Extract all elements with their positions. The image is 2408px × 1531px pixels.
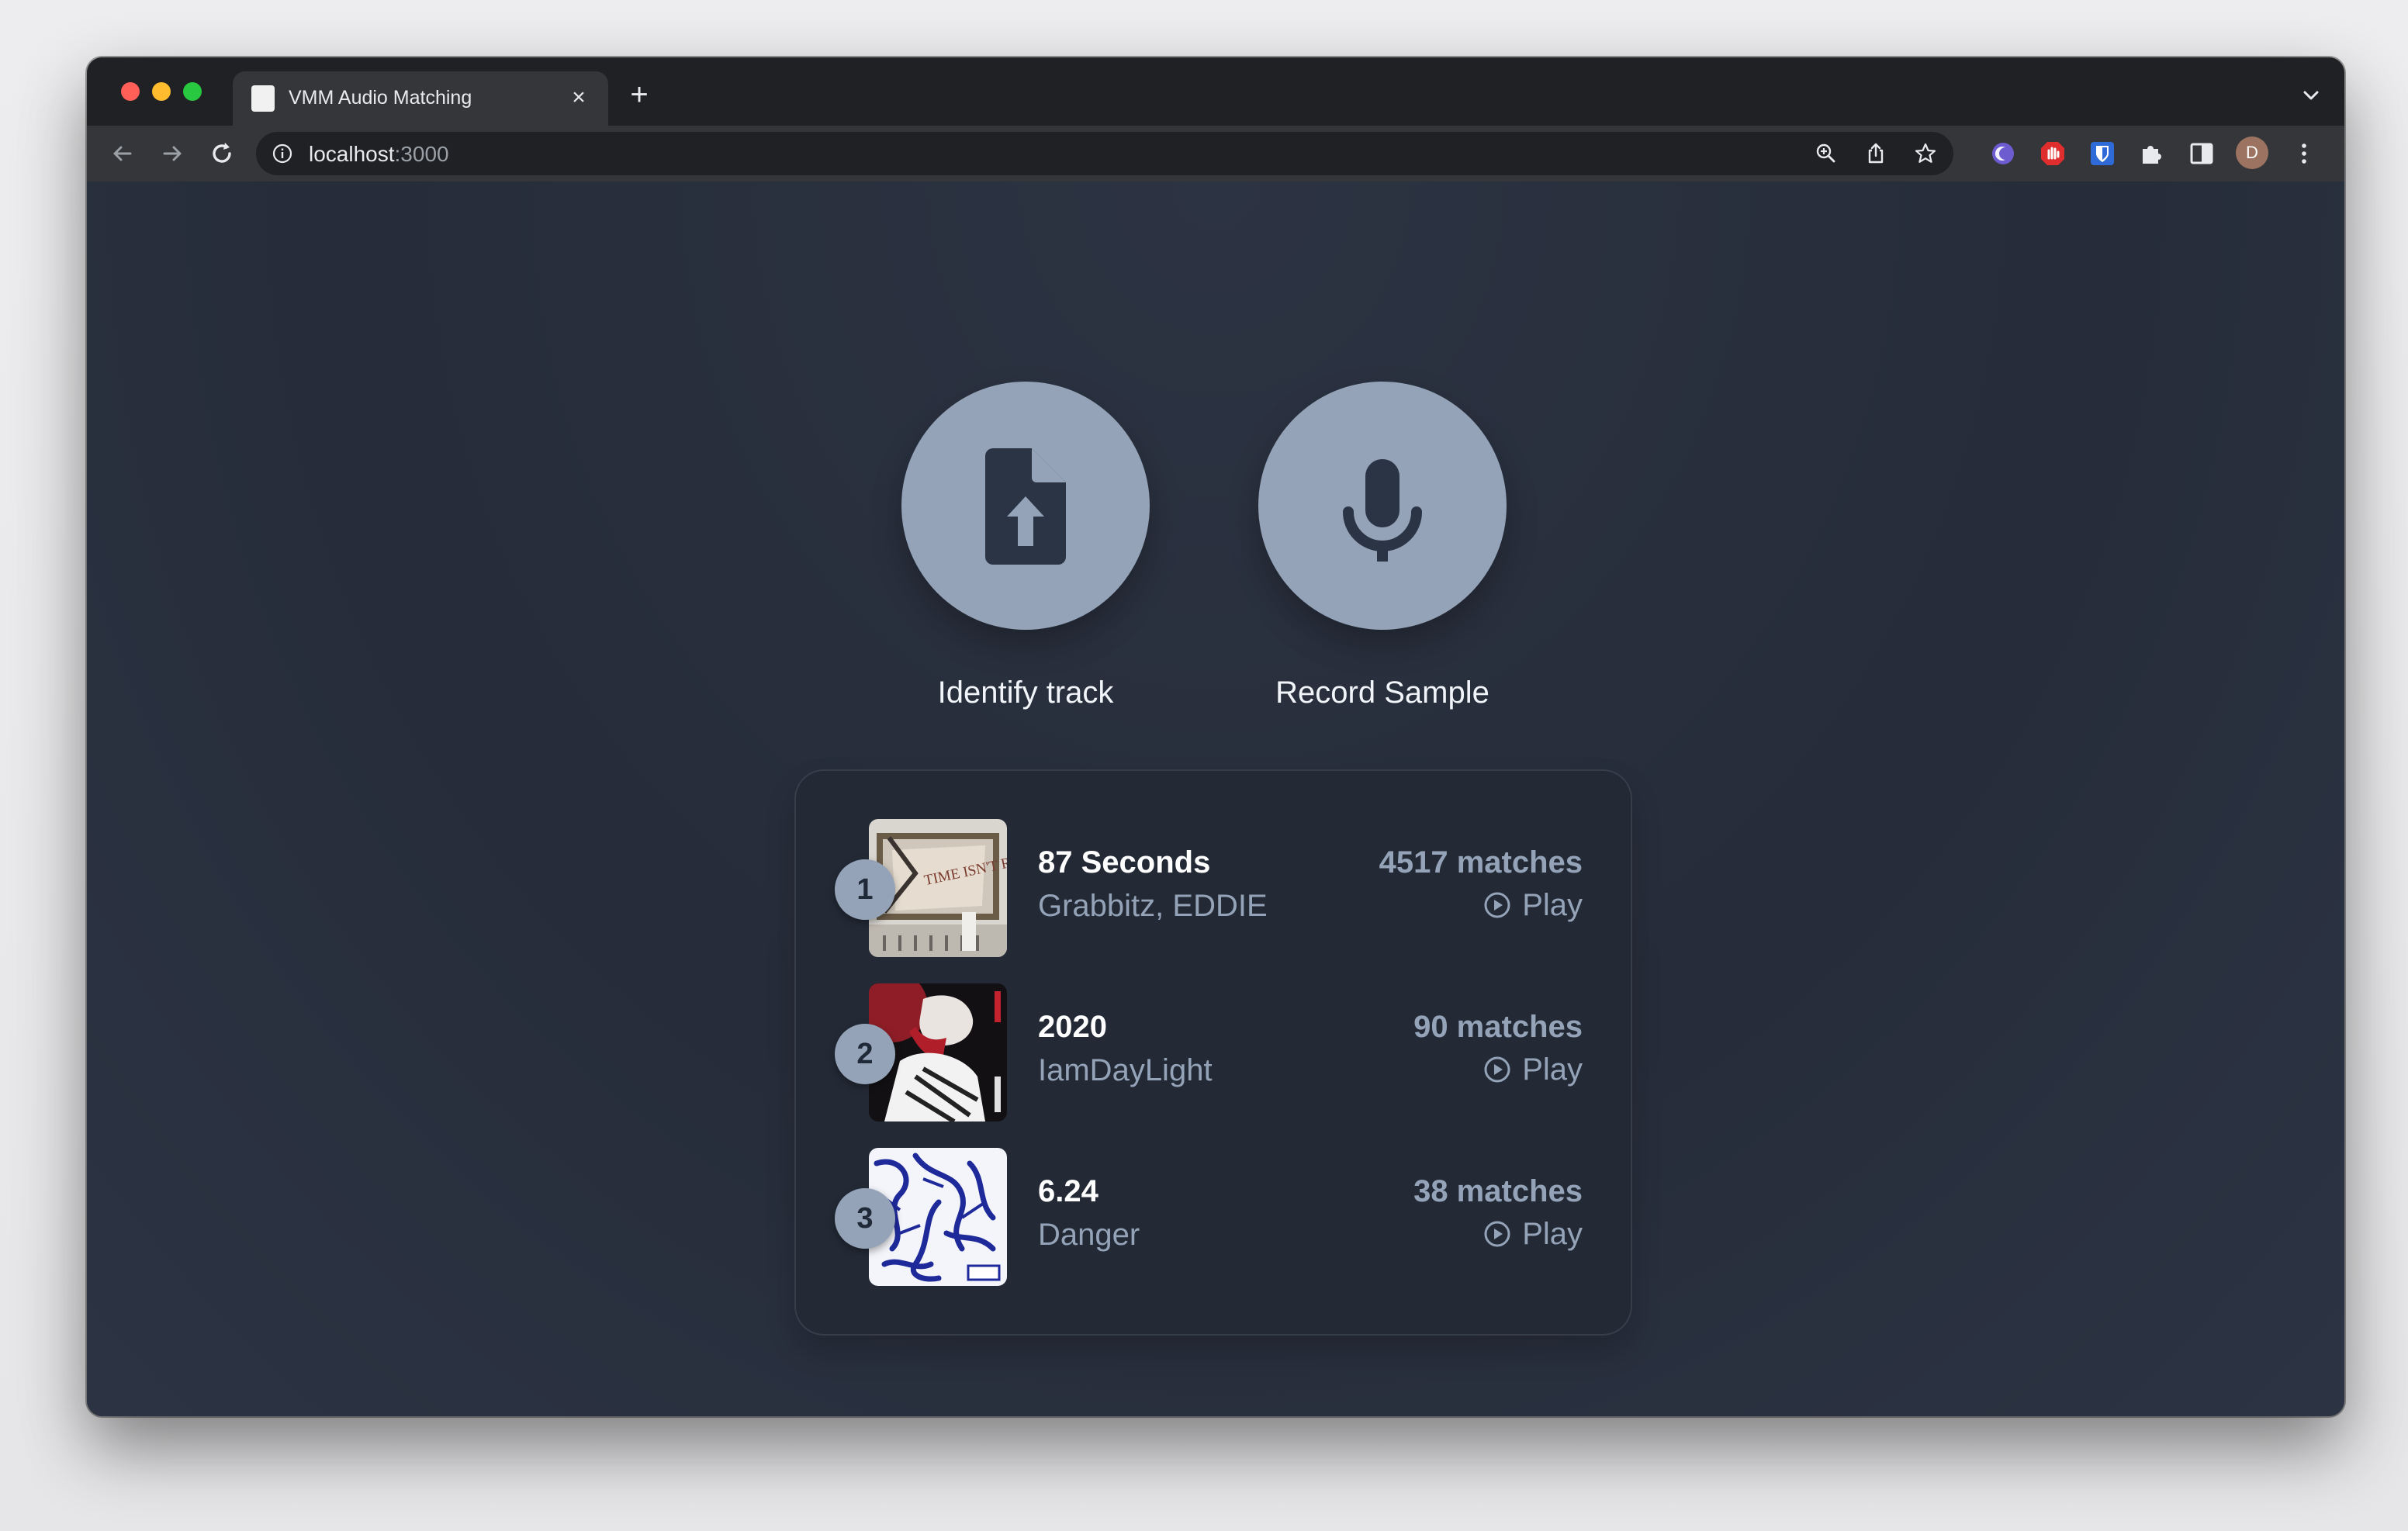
- tab-title: VMM Audio Matching: [289, 87, 472, 109]
- play-label: Play: [1522, 1052, 1583, 1087]
- result-row-3[interactable]: 3 6.24 Danger 38 matches Play: [796, 1148, 1631, 1287]
- address-bar[interactable]: localhost:3000: [256, 132, 1953, 175]
- play-circle-icon: [1484, 1056, 1510, 1083]
- back-arrow-icon[interactable]: [107, 138, 138, 169]
- identify-track-button[interactable]: [901, 382, 1150, 630]
- rank-badge: 2: [835, 1024, 895, 1084]
- match-count: 90 matches: [1413, 1010, 1583, 1044]
- rank-badge: 3: [835, 1188, 895, 1249]
- track-title: 87 Seconds: [1038, 845, 1211, 880]
- rank-badge: 1: [835, 859, 895, 920]
- tab-close-icon[interactable]: ×: [563, 82, 594, 113]
- browser-toolbar: localhost:3000 D: [87, 126, 2344, 181]
- extension-bitwarden-icon[interactable]: [2088, 140, 2116, 168]
- record-sample-button[interactable]: [1258, 382, 1507, 630]
- browser-window: VMM Audio Matching × + localhost:3000 D …: [87, 57, 2344, 1416]
- share-icon[interactable]: [1863, 141, 1888, 166]
- play-button[interactable]: Play: [1483, 1050, 1583, 1089]
- play-circle-icon: [1484, 1221, 1510, 1247]
- match-count: 38 matches: [1413, 1174, 1583, 1208]
- new-tab-button[interactable]: +: [624, 79, 655, 112]
- microphone-icon: [1343, 459, 1422, 562]
- minimize-window-button[interactable]: [152, 82, 171, 101]
- extension-adblock-icon[interactable]: [2039, 140, 2067, 168]
- results-panel: TIME ISN'T REAL 1 87 Seconds Grabbitz, E…: [796, 771, 1631, 1334]
- track-title: 2020: [1038, 1010, 1107, 1044]
- side-panel-icon[interactable]: [2188, 140, 2216, 168]
- result-row-2[interactable]: 2 2020 IamDayLight 90 matches Play: [796, 983, 1631, 1123]
- maximize-window-button[interactable]: [183, 82, 202, 101]
- browser-menu-icon[interactable]: [2290, 140, 2318, 168]
- browser-titlebar: VMM Audio Matching × +: [87, 57, 2344, 126]
- reload-icon[interactable]: [206, 138, 237, 169]
- browser-tab[interactable]: VMM Audio Matching ×: [233, 71, 608, 126]
- track-title: 6.24: [1038, 1174, 1098, 1208]
- match-count: 4517 matches: [1379, 845, 1583, 880]
- site-info-icon[interactable]: [272, 143, 293, 164]
- url-host: localhost: [309, 142, 395, 166]
- track-artist: Danger: [1038, 1218, 1140, 1252]
- extension-moon-icon[interactable]: [1989, 140, 2017, 168]
- profile-avatar[interactable]: D: [2236, 137, 2268, 169]
- play-circle-icon: [1484, 892, 1510, 918]
- page-favicon-icon: [251, 85, 275, 112]
- file-upload-icon: [985, 448, 1066, 565]
- url-text: localhost:3000: [309, 142, 449, 167]
- play-label: Play: [1522, 1216, 1583, 1251]
- play-label: Play: [1522, 887, 1583, 922]
- url-port: :3000: [394, 142, 449, 166]
- tab-search-chevron-icon[interactable]: [2299, 84, 2323, 107]
- track-artist: IamDayLight: [1038, 1053, 1213, 1087]
- bookmark-star-icon[interactable]: [1913, 141, 1938, 166]
- play-button[interactable]: Play: [1483, 886, 1583, 924]
- result-row-1[interactable]: TIME ISN'T REAL 1 87 Seconds Grabbitz, E…: [796, 819, 1631, 959]
- record-sample-label: Record Sample: [1275, 676, 1489, 710]
- close-window-button[interactable]: [121, 82, 140, 101]
- forward-arrow-icon[interactable]: [157, 138, 188, 169]
- track-artist: Grabbitz, EDDIE: [1038, 889, 1268, 923]
- zoom-icon[interactable]: [1814, 141, 1839, 166]
- extensions-puzzle-icon[interactable]: [2138, 140, 2166, 168]
- play-button[interactable]: Play: [1483, 1215, 1583, 1253]
- page-content: Identify track Record Sample TIME ISN'T …: [87, 181, 2344, 1416]
- identify-track-label: Identify track: [937, 676, 1114, 710]
